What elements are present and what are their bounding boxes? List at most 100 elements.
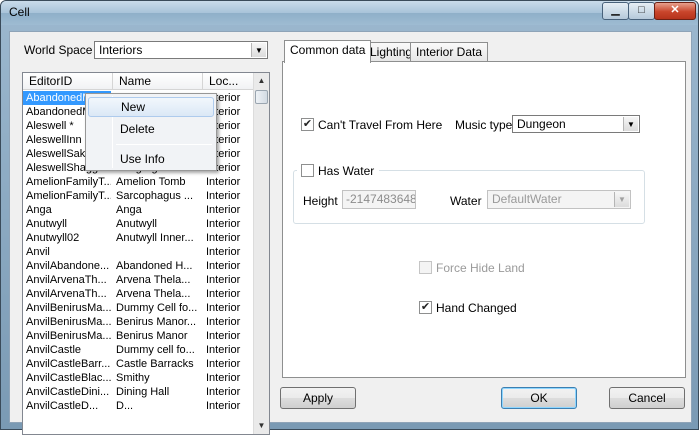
scroll-down-icon[interactable]: ▼ — [254, 418, 269, 434]
dropdown-arrow-icon[interactable]: ▼ — [614, 192, 629, 207]
has-water-label[interactable]: Has Water — [318, 164, 374, 178]
hand-changed-checkbox[interactable]: ✔ — [419, 301, 432, 314]
menu-separator — [116, 144, 212, 145]
cell-editorid: AmelionFamilyT... — [26, 190, 111, 202]
cell-name: Dining Hall — [116, 386, 170, 398]
list-header: EditorID Name Loc... — [23, 73, 255, 90]
cell-location: Interior — [206, 190, 241, 202]
cell-location: Interior — [206, 358, 241, 370]
cant-travel-label[interactable]: Can't Travel From Here — [318, 118, 442, 132]
table-row[interactable]: AnvilCastleD... D... Interior — [23, 399, 255, 413]
table-row[interactable]: Anga Anga Interior — [23, 203, 255, 217]
context-menu: New Delete Use Info — [85, 93, 217, 171]
table-row[interactable]: AnvilCastle Dummy cell fo... Interior — [23, 343, 255, 357]
dropdown-arrow-icon[interactable]: ▼ — [623, 117, 638, 131]
cell-editorid: AnvilCastleD... — [26, 400, 99, 412]
scroll-thumb[interactable] — [255, 90, 268, 104]
table-row[interactable]: AnvilCastleDini... Dining Hall Interior — [23, 385, 255, 399]
world-space-value: Interiors — [99, 43, 143, 57]
apply-button[interactable]: Apply — [280, 387, 356, 409]
music-type-value: Dungeon — [517, 117, 566, 131]
cell-name: Smithy — [116, 372, 150, 384]
cell-location: Interior — [206, 344, 241, 356]
common-data-page: ✔ Can't Travel From Here Music type Dung… — [282, 61, 686, 378]
cell-editorid: AnvilCastleBlac... — [26, 372, 111, 384]
cell-editorid: Anvil — [26, 246, 50, 258]
water-combo[interactable]: DefaultWater ▼ — [487, 190, 631, 209]
menu-item-new[interactable]: New — [88, 97, 214, 117]
cell-editorid: Anutwyll — [26, 218, 67, 230]
dialog-client: World Space Interiors ▼ EditorID Name Lo… — [9, 31, 692, 435]
cell-location: Interior — [206, 316, 241, 328]
has-water-checkbox[interactable] — [301, 164, 314, 177]
cancel-button[interactable]: Cancel — [609, 387, 685, 409]
cell-editorid: AnvilBenirusMa... — [26, 330, 111, 342]
column-header-editorid[interactable]: EditorID — [23, 73, 113, 90]
table-row[interactable]: Anvil Interior — [23, 245, 255, 259]
tab-common-data[interactable]: Common data — [284, 40, 372, 63]
list-scrollbar[interactable]: ▲ ▼ — [253, 73, 269, 434]
cell-name: Dummy cell fo... — [116, 344, 195, 356]
cell-editorid: AmelionFamilyT... — [26, 176, 111, 188]
water-label: Water — [450, 194, 482, 208]
cell-name: Amelion Tomb — [116, 176, 186, 188]
cell-name: Abandoned H... — [116, 260, 193, 272]
table-row[interactable]: AnvilBenirusMa... Dummy Cell fo... Interio… — [23, 301, 255, 315]
cell-name: Benirus Manor... — [116, 316, 197, 328]
cell-location: Interior — [206, 400, 241, 412]
cell-location: Interior — [206, 288, 241, 300]
cell-location: Interior — [206, 260, 241, 272]
cell-name: Sarcophagus ... — [116, 190, 194, 202]
cell-name: Castle Barracks — [116, 358, 194, 370]
table-row[interactable]: Anutwyll Anutwyll Interior — [23, 217, 255, 231]
height-field[interactable]: -2147483648.0 — [342, 190, 416, 209]
cant-travel-checkbox[interactable]: ✔ — [301, 118, 314, 131]
world-space-combo[interactable]: Interiors ▼ — [94, 41, 268, 59]
menu-item-use-info[interactable]: Use Info — [88, 149, 214, 169]
cell-name: Benirus Manor — [116, 330, 188, 342]
maximize-icon[interactable]: □ — [628, 2, 655, 20]
table-row[interactable]: AnvilAbandone... Abandoned H... Interior — [23, 259, 255, 273]
cell-location: Interior — [206, 246, 241, 258]
table-row[interactable]: AnvilCastleBlac... Smithy Interior — [23, 371, 255, 385]
table-row[interactable]: AnvilArvenaTh... Arvena Thela... Interior — [23, 287, 255, 301]
cell-name: Arvena Thela... — [116, 288, 191, 300]
cell-window: Cell ▁ □ ✕ World Space Interiors ▼ Edito… — [0, 0, 699, 435]
music-type-combo[interactable]: Dungeon ▼ — [512, 115, 640, 133]
dropdown-arrow-icon[interactable]: ▼ — [251, 43, 266, 57]
close-icon[interactable]: ✕ — [654, 2, 696, 20]
cell-editorid: AnvilBenirusMa... — [26, 316, 111, 328]
column-header-name[interactable]: Name — [113, 73, 203, 90]
cell-location: Interior — [206, 204, 241, 216]
table-row[interactable]: Anutwyll02 Anutwyll Inner... Interior — [23, 231, 255, 245]
column-header-location[interactable]: Loc... — [203, 73, 255, 90]
height-label: Height — [303, 194, 338, 208]
tab-interior-data[interactable]: Interior Data — [410, 42, 489, 62]
cell-editorid: AnvilCastleBarr... — [26, 358, 111, 370]
table-row[interactable]: AnvilBenirusMa... Benirus Manor Interior — [23, 329, 255, 343]
cell-name: Dummy Cell fo... — [116, 302, 198, 314]
minimize-icon[interactable]: ▁ — [602, 2, 629, 20]
force-hide-land-label[interactable]: Force Hide Land — [436, 261, 525, 275]
cell-name: Anutwyll — [116, 218, 157, 230]
force-hide-land-checkbox[interactable] — [419, 261, 432, 274]
cell-location: Interior — [206, 176, 241, 188]
cell-name: Anutwyll Inner... — [116, 232, 194, 244]
table-row[interactable]: AmelionFamilyT... Amelion Tomb Interior — [23, 175, 255, 189]
table-row[interactable]: AnvilArvenaTh... Arvena Thela... Interior — [23, 273, 255, 287]
table-row[interactable]: AnvilCastleBarr... Castle Barracks Interio… — [23, 357, 255, 371]
cell-editorid: Anutwyll02 — [26, 232, 80, 244]
cell-location: Interior — [206, 274, 241, 286]
hand-changed-label[interactable]: Hand Changed — [436, 301, 517, 315]
table-row[interactable]: AmelionFamilyT... Sarcophagus ... Interior — [23, 189, 255, 203]
cell-name: D... — [116, 400, 134, 412]
music-type-label: Music type — [455, 118, 513, 132]
cell-location: Interior — [206, 372, 241, 384]
menu-item-delete[interactable]: Delete — [88, 119, 214, 139]
cell-editorid: AnvilAbandone... — [26, 260, 110, 272]
cell-editorid: AnvilArvenaTh... — [26, 288, 107, 300]
ok-button[interactable]: OK — [501, 387, 577, 409]
table-row[interactable]: AnvilBenirusMa... Benirus Manor... Interio… — [23, 315, 255, 329]
title-bar[interactable]: Cell ▁ □ ✕ — [1, 1, 698, 25]
scroll-up-icon[interactable]: ▲ — [254, 73, 269, 89]
